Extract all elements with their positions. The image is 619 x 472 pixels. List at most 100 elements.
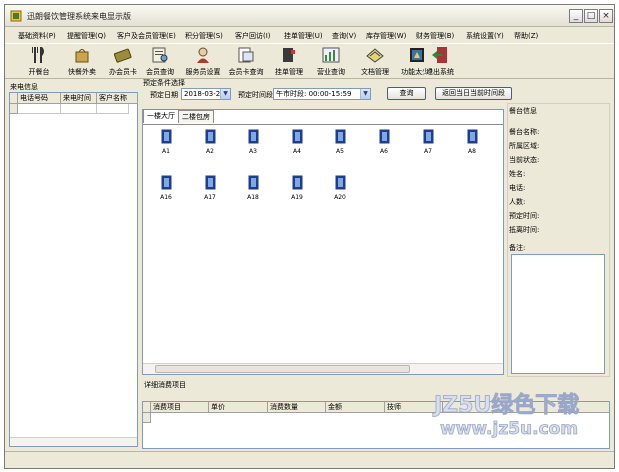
dining-table[interactable]: A18 (238, 175, 268, 205)
dining-table[interactable]: A20 (325, 175, 355, 205)
period-value: 午市时段: 00:00-15:59 (276, 90, 352, 98)
scroll-thumb[interactable] (155, 365, 410, 373)
table-icon (467, 129, 477, 144)
table-icon (248, 129, 258, 144)
row-selector[interactable] (143, 413, 151, 423)
dining-table[interactable]: A4 (282, 129, 312, 159)
table-icon (379, 129, 389, 144)
col-item[interactable]: 消费项目 (151, 402, 209, 413)
col-amount[interactable]: 金额 (326, 402, 385, 413)
dining-table[interactable]: A5 (325, 129, 355, 159)
status-bar (5, 451, 614, 468)
pending-order-button[interactable]: 挂单管理 (267, 46, 311, 78)
info-status: 当前状态: (509, 156, 540, 164)
dining-table[interactable]: A17 (195, 175, 225, 205)
col-unit-price[interactable]: 单价 (209, 402, 268, 413)
document-icon (366, 48, 384, 63)
period-select[interactable]: 午市时段: 00:00-15:59 ▼ (273, 88, 371, 100)
col-technician[interactable]: 技师 (385, 402, 443, 413)
takeaway-button[interactable]: 快餐外卖 (60, 46, 104, 78)
table-icon (335, 175, 345, 190)
table-icon (161, 175, 171, 190)
dining-table[interactable]: A8 (457, 129, 487, 159)
menu-followup[interactable]: 客户回访(I) (235, 31, 271, 41)
card-query-button[interactable]: 会员卡查询 (224, 46, 268, 78)
toolbar: 开餐台 快餐外卖 办会员卡 会员查询 服务员设置 会员卡查询 挂单管理 营业查询… (5, 43, 614, 79)
dining-table[interactable]: A2 (195, 129, 225, 159)
waiter-settings-button[interactable]: 服务员设置 (181, 46, 225, 78)
table-cell[interactable] (97, 104, 129, 114)
caller-grid[interactable]: 电话号码 来电时间 客户名称 (9, 92, 138, 447)
menu-inventory[interactable]: 库存管理(W) (366, 31, 406, 41)
caller-grid-header: 电话号码 来电时间 客户名称 (10, 93, 138, 104)
dining-table[interactable]: A1 (151, 129, 181, 159)
menu-reminders[interactable]: 提醒管理(Q) (67, 31, 106, 41)
exit-system-button[interactable]: 退出系统 (418, 46, 462, 78)
tables-area: 一楼大厅 二楼包房 A1 A2 A3 A4 A5 A6 A7 A8 A16 A1… (142, 109, 504, 375)
preset-title: 预定条件选择 (143, 79, 185, 87)
member-card-icon (114, 48, 132, 63)
col-quantity[interactable]: 消费数量 (268, 402, 326, 413)
tab-first-floor-hall[interactable]: 一楼大厅 (143, 109, 179, 123)
pending-order-icon (283, 48, 295, 62)
card-search-icon (238, 47, 254, 63)
info-reserve-time: 预定时间: (509, 212, 540, 220)
open-table-button[interactable]: 开餐台 (17, 46, 61, 78)
dining-table[interactable]: A16 (151, 175, 181, 205)
menu-finance[interactable]: 财务管理(B) (416, 31, 454, 41)
dining-table[interactable]: A19 (282, 175, 312, 205)
date-picker[interactable]: 2018-03-23 ▼ (181, 88, 231, 100)
caller-info-panel: 来电信息 电话号码 来电时间 客户名称 (9, 82, 138, 447)
row-selector[interactable] (10, 104, 18, 114)
tables-canvas: A1 A2 A3 A4 A5 A6 A7 A8 A16 A17 A18 A19 … (143, 124, 503, 363)
info-phone: 电话: (509, 184, 526, 192)
info-table-name: 餐台名称: (509, 128, 540, 136)
info-guests: 人数: (509, 198, 526, 206)
chevron-down-icon[interactable]: ▼ (360, 89, 370, 99)
sales-query-button[interactable]: 营业查询 (309, 46, 353, 78)
document-management-button[interactable]: 文档管理 (353, 46, 397, 78)
consumption-grid-header: 消费项目 单价 消费数量 金额 技师 (143, 402, 609, 413)
table-icon (292, 175, 302, 190)
col-call-time[interactable]: 来电时间 (61, 93, 97, 104)
chevron-down-icon[interactable]: ▼ (220, 89, 230, 99)
consumption-detail-title: 详细消费项目 (144, 381, 186, 389)
menu-help[interactable]: 帮助(Z) (514, 31, 538, 41)
dining-table[interactable]: A6 (369, 129, 399, 159)
remark-label: 备注: (509, 244, 526, 252)
col-customer-name[interactable]: 客户名称 (97, 93, 138, 104)
return-current-period-button[interactable]: 返回当日当前时间段 (435, 87, 512, 100)
date-value: 2018-03-23 (184, 90, 225, 98)
member-query-button[interactable]: 会员查询 (138, 46, 182, 78)
dining-table[interactable]: A3 (238, 129, 268, 159)
menu-query[interactable]: 查询(V) (332, 31, 356, 41)
tab-second-floor-rooms[interactable]: 二楼包房 (178, 110, 214, 123)
caller-grid-hscroll[interactable] (10, 437, 137, 446)
menu-bar: 基础资料(P) 提醒管理(Q) 客户及会员管理(E) 积分管理(S) 客户回访(… (5, 28, 614, 42)
takeaway-icon (75, 49, 89, 63)
col-phone[interactable]: 电话号码 (18, 93, 61, 104)
menu-basic-data[interactable]: 基础资料(P) (18, 31, 56, 41)
table-info-title: 餐台信息 (509, 107, 537, 115)
close-button[interactable]: × (599, 9, 613, 23)
tables-hscroll[interactable] (143, 363, 503, 374)
remark-box[interactable] (511, 254, 605, 374)
consumption-grid[interactable]: 消费项目 单价 消费数量 金额 技师 (142, 401, 610, 449)
table-cell[interactable] (18, 104, 61, 114)
fork-knife-icon (32, 47, 44, 63)
menu-pending[interactable]: 挂单管理(U) (284, 31, 323, 41)
menu-customers[interactable]: 客户及会员管理(E) (117, 31, 176, 41)
query-button[interactable]: 查询 (387, 87, 426, 100)
minimize-button[interactable]: _ (569, 9, 583, 23)
table-cell[interactable] (61, 104, 97, 114)
member-search-icon (152, 47, 168, 63)
table-icon (335, 129, 345, 144)
menu-settings[interactable]: 系统设置(Y) (466, 31, 504, 41)
row-header-corner (10, 93, 18, 104)
maximize-button[interactable]: □ (584, 9, 598, 23)
period-label: 预定时间段 (238, 91, 273, 99)
dining-table[interactable]: A7 (413, 129, 443, 159)
table-icon (205, 129, 215, 144)
menu-points[interactable]: 积分管理(S) (185, 31, 223, 41)
preset-conditions: 预定条件选择 预定日期 2018-03-23 ▼ 预定时间段 午市时段: 00:… (143, 78, 609, 102)
